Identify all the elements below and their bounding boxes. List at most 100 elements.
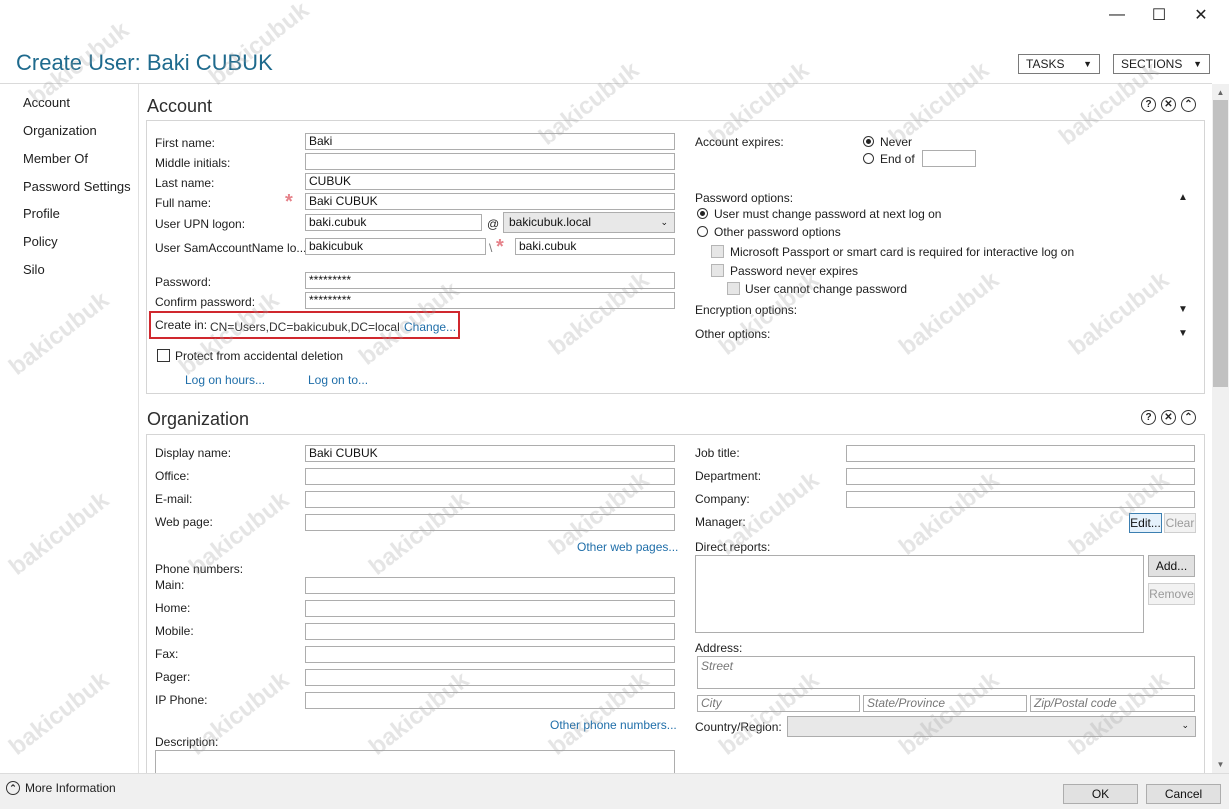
- job-title-field[interactable]: [846, 445, 1195, 462]
- pager-field[interactable]: [305, 669, 675, 686]
- header-divider: [0, 83, 1212, 84]
- collapse-icon[interactable]: ⌃: [1181, 97, 1196, 112]
- description-label: Description:: [155, 735, 219, 749]
- main-phone-field[interactable]: [305, 577, 675, 594]
- country-select[interactable]: ⌄: [787, 716, 1196, 737]
- office-field[interactable]: [305, 468, 675, 485]
- first-name-field[interactable]: Baki: [305, 133, 675, 150]
- never-label: Never: [880, 135, 913, 149]
- state-field[interactable]: State/Province: [863, 695, 1027, 712]
- upn-field[interactable]: baki.cubuk: [305, 214, 482, 231]
- direct-reports-list[interactable]: [695, 555, 1144, 633]
- main-phone-label: Main:: [155, 578, 185, 592]
- close-section-icon[interactable]: ✕: [1161, 97, 1176, 112]
- full-name-field[interactable]: Baki CUBUK: [305, 193, 675, 210]
- sam-label: User SamAccountName lo...: [155, 241, 307, 255]
- manager-edit-button[interactable]: Edit...: [1129, 513, 1162, 533]
- logon-hours-link[interactable]: Log on hours...: [185, 373, 265, 387]
- expand-down-icon[interactable]: ▼: [1178, 328, 1188, 339]
- never-expires-checkbox[interactable]: [711, 264, 724, 277]
- expand-down-icon[interactable]: ▼: [1178, 304, 1188, 315]
- nav-item-account[interactable]: Account: [23, 95, 70, 110]
- department-field[interactable]: [846, 468, 1195, 485]
- password-field[interactable]: *********: [305, 272, 675, 289]
- sections-dropdown[interactable]: SECTIONS ▼: [1113, 54, 1210, 74]
- tasks-dropdown[interactable]: TASKS ▼: [1018, 54, 1100, 74]
- fax-field[interactable]: [305, 646, 675, 663]
- cancel-button[interactable]: Cancel: [1146, 784, 1221, 804]
- never-radio[interactable]: [863, 136, 874, 147]
- help-icon[interactable]: ?: [1141, 410, 1156, 425]
- close-section-icon[interactable]: ✕: [1161, 410, 1176, 425]
- more-information-toggle[interactable]: More Information: [25, 781, 116, 795]
- email-field[interactable]: [305, 491, 675, 508]
- confirm-password-field[interactable]: *********: [305, 292, 675, 309]
- last-name-field[interactable]: CUBUK: [305, 173, 675, 190]
- caret-down-icon: ▼: [1193, 59, 1202, 69]
- remove-report-button[interactable]: Remove: [1148, 583, 1195, 605]
- other-password-label: Other password options: [714, 225, 841, 239]
- web-page-field[interactable]: [305, 514, 675, 531]
- manager-clear-button[interactable]: Clear: [1164, 513, 1196, 533]
- other-password-radio[interactable]: [697, 226, 708, 237]
- ip-phone-field[interactable]: [305, 692, 675, 709]
- description-field[interactable]: [155, 750, 675, 774]
- home-phone-field[interactable]: [305, 600, 675, 617]
- nav-item-member-of[interactable]: Member Of: [23, 151, 88, 166]
- sam-field[interactable]: baki.cubuk: [515, 238, 675, 255]
- chevron-down-icon: ⌄: [1181, 720, 1189, 730]
- protect-checkbox[interactable]: [157, 349, 170, 362]
- create-in-label: Create in:: [155, 318, 208, 332]
- company-field[interactable]: [846, 491, 1195, 508]
- section-nav: Account Organization Member Of Password …: [0, 84, 139, 773]
- city-field[interactable]: City: [697, 695, 860, 712]
- company-label: Company:: [695, 492, 750, 506]
- ok-button[interactable]: OK: [1063, 784, 1138, 804]
- must-change-radio[interactable]: [697, 208, 708, 219]
- display-name-field[interactable]: Baki CUBUK: [305, 445, 675, 462]
- mobile-phone-label: Mobile:: [155, 624, 194, 638]
- maximize-button[interactable]: ☐: [1139, 4, 1179, 26]
- minimize-button[interactable]: —: [1097, 4, 1137, 26]
- nav-item-password-settings[interactable]: Password Settings: [23, 179, 131, 194]
- nav-item-profile[interactable]: Profile: [23, 206, 60, 221]
- first-name-label: First name:: [155, 136, 216, 150]
- account-heading: Account: [147, 96, 213, 116]
- office-label: Office:: [155, 469, 190, 483]
- end-of-label: End of: [880, 152, 915, 166]
- passport-checkbox[interactable]: [711, 245, 724, 258]
- nav-item-policy[interactable]: Policy: [23, 234, 58, 249]
- mobile-phone-field[interactable]: [305, 623, 675, 640]
- other-web-pages-link[interactable]: Other web pages...: [577, 540, 678, 554]
- other-phone-numbers-link[interactable]: Other phone numbers...: [550, 718, 677, 732]
- required-icon: *: [285, 191, 293, 213]
- fax-label: Fax:: [155, 647, 179, 661]
- nav-item-organization[interactable]: Organization: [23, 123, 97, 138]
- change-link[interactable]: Change...: [404, 320, 456, 334]
- add-report-button[interactable]: Add...: [1148, 555, 1195, 577]
- zip-field[interactable]: Zip/Postal code: [1030, 695, 1195, 712]
- middle-initials-label: Middle initials:: [155, 156, 231, 170]
- expand-up-icon[interactable]: ⌃: [6, 781, 20, 795]
- cannot-change-checkbox[interactable]: [727, 282, 740, 295]
- collapse-up-icon[interactable]: ▲: [1178, 192, 1188, 203]
- street-field[interactable]: Street: [697, 656, 1195, 689]
- nav-item-silo[interactable]: Silo: [23, 262, 45, 277]
- collapse-icon[interactable]: ⌃: [1181, 410, 1196, 425]
- help-icon[interactable]: ?: [1141, 97, 1156, 112]
- scrollbar-thumb[interactable]: [1213, 100, 1228, 387]
- logon-to-link[interactable]: Log on to...: [308, 373, 368, 387]
- protect-label: Protect from accidental deletion: [175, 349, 344, 363]
- middle-initials-field[interactable]: [305, 153, 675, 170]
- scroll-up-icon[interactable]: ▲: [1212, 85, 1229, 100]
- upn-domain-select[interactable]: bakicubuk.local ⌄: [503, 212, 675, 233]
- password-label: Password:: [155, 275, 212, 289]
- close-button[interactable]: ✕: [1181, 4, 1221, 26]
- backslash: \: [489, 241, 493, 255]
- upn-domain-value: bakicubuk.local: [509, 215, 592, 229]
- ip-phone-label: IP Phone:: [155, 693, 208, 707]
- end-of-radio[interactable]: [863, 153, 874, 164]
- end-of-date-field[interactable]: [922, 150, 976, 167]
- scroll-down-icon[interactable]: ▼: [1212, 757, 1229, 772]
- job-title-label: Job title:: [695, 446, 740, 460]
